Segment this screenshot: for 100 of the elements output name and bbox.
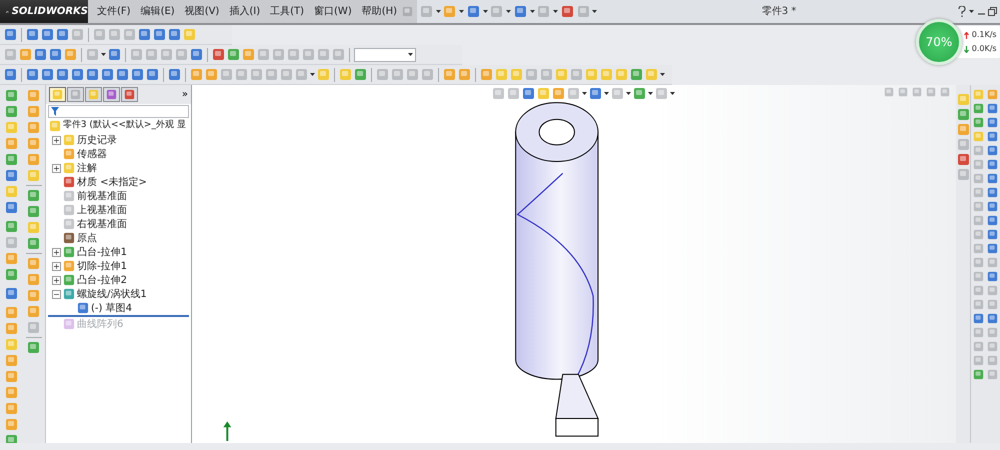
panel-tab[interactable] <box>49 87 66 102</box>
feature-icon[interactable] <box>63 176 75 188</box>
tool-icon[interactable] <box>4 370 18 383</box>
tool-icon[interactable] <box>190 48 203 61</box>
tree-item-label[interactable]: (-) 草图4 <box>91 300 132 316</box>
restore-icon[interactable] <box>988 7 998 16</box>
tool-icon[interactable] <box>972 369 984 380</box>
dropdown-caret-icon[interactable] <box>592 10 598 13</box>
tool-icon[interactable] <box>4 89 18 102</box>
tool-icon[interactable] <box>64 48 77 61</box>
tree-item-label[interactable]: 切除-拉伸1 <box>77 258 127 274</box>
dropdown-caret-icon[interactable] <box>648 92 653 95</box>
tool-icon[interactable] <box>27 205 40 218</box>
tool-icon[interactable] <box>987 159 998 170</box>
tool-icon[interactable] <box>168 68 181 81</box>
tool-icon[interactable] <box>4 402 18 415</box>
dropdown-caret-icon[interactable] <box>459 10 464 13</box>
tool-icon[interactable] <box>972 313 984 324</box>
tool-icon[interactable] <box>4 287 18 300</box>
dropdown-caret-icon[interactable] <box>553 10 558 13</box>
window-control-icon[interactable] <box>940 87 950 97</box>
feature-icon[interactable] <box>63 288 75 300</box>
tool-icon[interactable] <box>987 117 998 128</box>
tree-item-label[interactable]: 传感器 <box>77 146 107 162</box>
dropdown-caret-icon[interactable] <box>482 10 488 13</box>
tool-icon[interactable] <box>86 68 99 81</box>
tool-icon[interactable] <box>138 28 151 41</box>
window-control-icon[interactable] <box>884 87 894 97</box>
feature-icon[interactable] <box>77 302 89 314</box>
tool-icon[interactable] <box>131 68 144 81</box>
help-icon[interactable] <box>958 6 966 17</box>
dropdown-caret-icon[interactable] <box>530 10 535 13</box>
tree-item-label[interactable]: 历史记录 <box>77 132 117 148</box>
tree-root-label[interactable]: 零件3 (默认<<默认>_外观 显 <box>62 119 186 133</box>
expand-toggle[interactable]: + <box>52 276 61 284</box>
tool-icon[interactable] <box>4 306 18 319</box>
task-pane-tab[interactable] <box>956 168 970 181</box>
tool-icon[interactable] <box>19 48 32 61</box>
tool-icon[interactable] <box>522 87 535 100</box>
tool-icon[interactable] <box>987 89 998 100</box>
tool-icon[interactable] <box>987 201 998 212</box>
tool-icon[interactable] <box>71 68 84 81</box>
tool-icon[interactable] <box>27 105 40 118</box>
tool-icon[interactable] <box>458 68 471 81</box>
dropdown-caret-icon[interactable] <box>101 53 106 56</box>
tool-icon[interactable] <box>101 68 114 81</box>
tree-item-label[interactable]: 注解 <box>77 160 97 176</box>
tree-item-label[interactable]: 右视基准面 <box>77 216 127 232</box>
tool-icon[interactable] <box>227 48 240 61</box>
tool-icon[interactable] <box>4 137 18 150</box>
tool-icon[interactable] <box>972 103 984 114</box>
task-pane-tab[interactable] <box>956 153 970 166</box>
tree-item-label[interactable]: 原点 <box>77 230 97 246</box>
tool-icon[interactable] <box>354 68 367 81</box>
tool-icon[interactable] <box>27 273 40 286</box>
panel-tab[interactable] <box>103 87 120 102</box>
menu-item[interactable]: 视图(V) <box>180 4 224 19</box>
feature-icon[interactable] <box>63 274 75 286</box>
tool-icon[interactable] <box>987 271 998 282</box>
dropdown-caret-icon[interactable] <box>506 10 512 13</box>
tool-icon[interactable] <box>27 137 40 150</box>
tool-icon[interactable] <box>4 105 18 118</box>
tool-icon[interactable] <box>34 48 47 61</box>
panel-tab[interactable] <box>67 87 84 102</box>
tool-icon[interactable] <box>630 68 643 81</box>
tree-item-label[interactable]: 凸台-拉伸2 <box>77 272 127 288</box>
tool-icon[interactable] <box>41 28 54 41</box>
tool-icon[interactable] <box>987 103 998 114</box>
tree-item-label[interactable]: 螺旋线/涡状线1 <box>77 286 147 302</box>
tool-icon[interactable] <box>4 153 18 166</box>
window-control-icon[interactable] <box>926 87 936 97</box>
menu-item[interactable]: 插入(I) <box>224 4 266 19</box>
expand-toggle[interactable]: + <box>52 248 61 256</box>
tool-icon[interactable] <box>4 386 18 399</box>
tool-icon[interactable] <box>4 169 18 182</box>
tool-icon[interactable] <box>4 68 17 81</box>
tool-icon[interactable] <box>26 68 39 81</box>
tool-icon[interactable] <box>492 87 505 100</box>
tool-icon[interactable] <box>480 68 493 81</box>
tool-icon[interactable] <box>987 243 998 254</box>
tool-icon[interactable] <box>27 153 40 166</box>
dropdown-caret-icon[interactable] <box>968 10 974 13</box>
tool-icon[interactable] <box>41 68 54 81</box>
menu-item[interactable]: 帮助(H) <box>356 4 402 19</box>
display-state-field[interactable] <box>354 48 416 62</box>
tree-item-label[interactable]: 材质 <未指定> <box>77 174 147 190</box>
tool-icon[interactable] <box>56 28 69 41</box>
tool-icon[interactable] <box>443 68 456 81</box>
expand-toggle[interactable]: + <box>52 164 61 172</box>
tool-icon[interactable] <box>205 68 218 81</box>
tool-icon[interactable] <box>153 28 166 41</box>
dropdown-caret-icon[interactable] <box>310 73 315 76</box>
tool-icon[interactable] <box>4 354 18 367</box>
dropdown-caret-icon[interactable] <box>670 92 675 95</box>
tree-item-label[interactable]: 前视基准面 <box>77 188 127 204</box>
tool-icon[interactable] <box>4 434 18 443</box>
tool-icon[interactable] <box>987 313 998 324</box>
tool-icon[interactable] <box>4 201 18 214</box>
dropdown-caret-icon[interactable] <box>626 92 631 95</box>
tool-icon[interactable] <box>27 305 40 318</box>
